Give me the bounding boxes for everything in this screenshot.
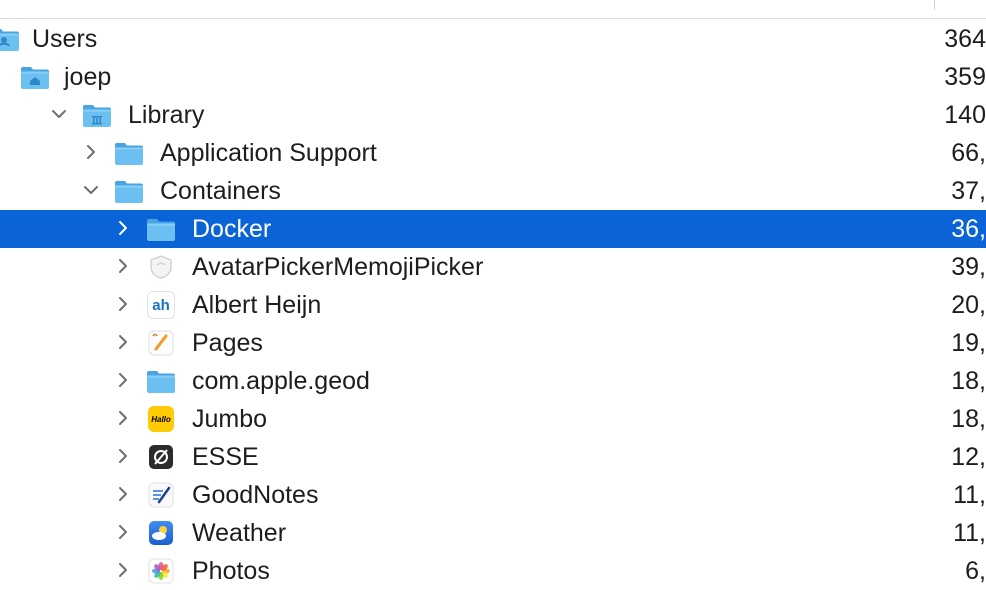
row-size: 37, — [951, 177, 986, 205]
chevron-down-icon[interactable] — [50, 104, 68, 124]
tree-row[interactable]: Containers 37, — [0, 172, 986, 210]
tree-row[interactable]: Pages 19, — [0, 324, 986, 362]
row-size: 18, — [951, 367, 986, 395]
row-size: 18, — [951, 405, 986, 433]
row-label: GoodNotes — [192, 481, 319, 509]
tree-row[interactable]: Application Support 66, — [0, 134, 986, 172]
tree-row[interactable]: ESSE 12, — [0, 438, 986, 476]
row-label: Weather — [192, 519, 287, 547]
row-size: 11, — [953, 481, 986, 509]
row-size: 12, — [951, 443, 986, 471]
row-size: 36, — [951, 215, 986, 243]
tree-row[interactable]: joep 359 — [0, 58, 986, 96]
row-size: 6, — [965, 557, 986, 585]
row-label: Library — [128, 101, 205, 129]
row-label: joep — [64, 63, 112, 91]
pages-icon — [146, 330, 176, 356]
row-size: 11, — [953, 519, 986, 547]
row-size: 140 — [944, 101, 986, 129]
row-size: 364 — [944, 25, 986, 53]
row-size: 66, — [951, 139, 986, 167]
row-label: Jumbo — [192, 405, 268, 433]
chevron-right-icon[interactable] — [114, 446, 132, 466]
row-label: Users — [32, 25, 98, 53]
folder-users-icon — [0, 26, 20, 52]
folder-icon — [114, 178, 144, 204]
row-label: com.apple.geod — [192, 367, 370, 395]
chevron-right-icon[interactable] — [114, 560, 132, 580]
column-header — [0, 0, 986, 19]
chevron-right-icon[interactable] — [82, 142, 100, 162]
row-label: Docker — [192, 215, 272, 243]
chevron-right-icon[interactable] — [114, 256, 132, 276]
row-label: ESSE — [192, 443, 259, 471]
row-label: Albert Heijn — [192, 291, 322, 319]
folder-icon — [114, 140, 144, 166]
tree-row[interactable]: com.apple.geod 18, — [0, 362, 986, 400]
jumbo-icon: Hallo — [146, 406, 176, 432]
chevron-right-icon[interactable] — [114, 370, 132, 390]
tree-row[interactable]: Library 140 — [0, 96, 986, 134]
photos-icon — [146, 558, 176, 584]
row-size: 39, — [951, 253, 986, 281]
chevron-right-icon[interactable] — [114, 522, 132, 542]
tree-row[interactable]: Photos 6, — [0, 552, 986, 590]
weather-icon — [146, 520, 176, 546]
chevron-down-icon[interactable] — [82, 180, 100, 200]
shield-icon — [146, 254, 176, 280]
chevron-right-icon[interactable] — [114, 294, 132, 314]
row-label: Containers — [160, 177, 281, 205]
albert-heijn-icon: ah — [146, 291, 176, 319]
row-label: Photos — [192, 557, 270, 585]
tree-row[interactable]: Weather 11, — [0, 514, 986, 552]
folder-library-icon — [82, 102, 112, 128]
chevron-right-icon[interactable] — [114, 484, 132, 504]
row-size: 359 — [944, 63, 986, 91]
tree-row[interactable]: GoodNotes 11, — [0, 476, 986, 514]
chevron-right-icon[interactable] — [114, 332, 132, 352]
tree-row[interactable]: Users 364 — [0, 20, 986, 58]
row-size: 19, — [951, 329, 986, 357]
tree-row[interactable]: Hallo Jumbo 18, — [0, 400, 986, 438]
row-label: AvatarPickerMemojiPicker — [192, 253, 484, 281]
goodnotes-icon — [146, 482, 176, 508]
chevron-right-icon[interactable] — [114, 218, 132, 238]
folder-icon — [146, 216, 176, 242]
tree-row[interactable]: Docker 36, — [0, 210, 986, 248]
row-label: Application Support — [160, 139, 377, 167]
tree-row[interactable]: ah Albert Heijn 20, — [0, 286, 986, 324]
row-size: 20, — [951, 291, 986, 319]
chevron-right-icon[interactable] — [114, 408, 132, 428]
folder-icon — [146, 368, 176, 394]
folder-home-icon — [20, 64, 50, 90]
tree-row[interactable]: AvatarPickerMemojiPicker 39, — [0, 248, 986, 286]
column-divider[interactable] — [934, 0, 935, 10]
row-label: Pages — [192, 329, 263, 357]
esse-icon — [146, 444, 176, 470]
